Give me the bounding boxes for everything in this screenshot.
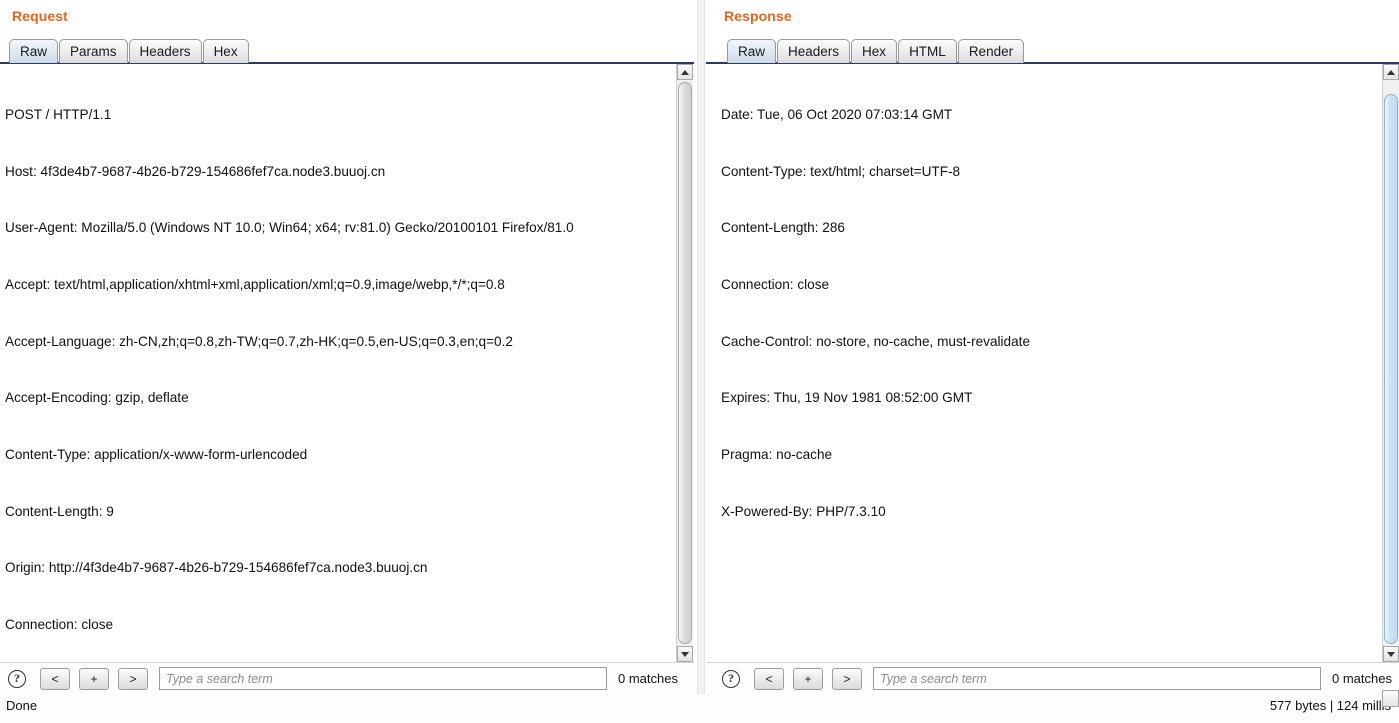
search-next-button[interactable]: > (118, 667, 148, 690)
request-match-count: 0 matches (618, 671, 678, 686)
response-header-line: Pragma: no-cache (721, 447, 833, 463)
scroll-corner (1382, 690, 1399, 707)
request-panel-title: Request (12, 8, 68, 24)
request-line: POST / HTTP/1.1 (5, 106, 112, 122)
scroll-up-button[interactable] (677, 64, 693, 80)
search-prev-button[interactable]: < (40, 667, 70, 690)
request-editor[interactable]: POST / HTTP/1.1 Host: 4f3de4b7-9687-4b26… (0, 64, 676, 662)
request-line: Origin: http://4f3de4b7-9687-4b26-b729-1… (5, 560, 428, 576)
scroll-track[interactable] (1383, 80, 1399, 646)
chevron-down-icon (681, 651, 689, 657)
tab-request-raw[interactable]: Raw (9, 39, 59, 63)
request-line: User-Agent: Mozilla/5.0 (Windows NT 10.0… (5, 220, 574, 236)
response-header-line: Cache-Control: no-store, no-cache, must-… (721, 333, 1031, 349)
tab-request-hex[interactable]: Hex (202, 39, 249, 63)
response-tabbar: Raw Headers Hex HTML Render (727, 38, 1399, 63)
request-code: POST / HTTP/1.1 Host: 4f3de4b7-9687-4b26… (0, 65, 676, 662)
response-editor[interactable]: Date: Tue, 06 Oct 2020 07:03:14 GMT Cont… (716, 64, 1391, 662)
scroll-down-button[interactable] (1383, 646, 1399, 662)
response-header-line: X-Powered-By: PHP/7.3.10 (721, 503, 886, 519)
response-search-input[interactable]: Type a search term (873, 667, 1321, 690)
scroll-up-button[interactable] (1383, 64, 1399, 80)
panel-splitter[interactable] (697, 0, 705, 694)
tab-response-html[interactable]: HTML (898, 39, 957, 63)
tab-response-render[interactable]: Render (957, 39, 1025, 63)
scroll-track[interactable] (677, 80, 693, 646)
status-metrics: 577 bytes | 124 millis (1269, 698, 1391, 713)
chevron-down-icon (1387, 651, 1395, 657)
search-add-button[interactable]: + (79, 667, 109, 690)
response-panel-title: Response (724, 8, 792, 24)
response-header-line: Connection: close (721, 276, 830, 292)
response-search-bar: ? < + > Type a search term 0 matches (706, 662, 1399, 694)
burp-message-viewer: Request Raw Params Headers Hex POST / HT… (0, 0, 1399, 723)
search-next-button[interactable]: > (832, 667, 862, 690)
request-line: Content-Length: 9 (5, 503, 114, 519)
tab-response-hex[interactable]: Hex (851, 39, 898, 63)
request-line: Content-Type: application/x-www-form-url… (5, 447, 308, 463)
response-panel: Response Raw Headers Hex HTML Render Dat… (706, 0, 1399, 694)
tab-request-headers[interactable]: Headers (128, 39, 202, 63)
request-search-bar: ? < + > Type a search term 0 matches (0, 662, 694, 694)
request-line: Host: 4f3de4b7-9687-4b26-b729-154686fef7… (5, 163, 386, 179)
response-blank-line (718, 559, 1391, 578)
response-match-count: 0 matches (1332, 671, 1392, 686)
scroll-thumb[interactable] (678, 82, 692, 644)
chevron-up-icon (681, 69, 689, 75)
chevron-up-icon (1387, 69, 1395, 75)
status-bar: Done 577 bytes | 124 millis (0, 690, 1399, 723)
tab-request-params[interactable]: Params (59, 39, 128, 63)
response-code: Date: Tue, 06 Oct 2020 07:03:14 GMT Cont… (716, 65, 1391, 662)
search-add-button[interactable]: + (793, 667, 823, 690)
request-line: Accept-Language: zh-CN,zh;q=0.8,zh-TW;q=… (5, 333, 513, 349)
tab-response-headers[interactable]: Headers (777, 39, 851, 63)
scroll-thumb[interactable] (1384, 94, 1398, 644)
request-panel: Request Raw Params Headers Hex POST / HT… (0, 0, 694, 694)
response-blank-line (718, 616, 1391, 635)
status-message: Done (6, 698, 38, 713)
request-search-input[interactable]: Type a search term (159, 667, 607, 690)
help-icon[interactable]: ? (8, 669, 26, 688)
tab-response-raw[interactable]: Raw (727, 39, 777, 63)
request-line: Connection: close (5, 617, 114, 633)
request-tabbar: Raw Params Headers Hex (9, 38, 694, 63)
response-header-line: Expires: Thu, 19 Nov 1981 08:52:00 GMT (721, 390, 973, 406)
response-vertical-scrollbar[interactable] (1382, 64, 1399, 662)
scroll-down-button[interactable] (677, 646, 693, 662)
response-header-line: Date: Tue, 06 Oct 2020 07:03:14 GMT (721, 106, 953, 122)
response-header-line: Content-Type: text/html; charset=UTF-8 (721, 163, 961, 179)
request-line: Accept: text/html,application/xhtml+xml,… (5, 276, 505, 292)
request-line: Accept-Encoding: gzip, deflate (5, 390, 189, 406)
help-icon[interactable]: ? (722, 669, 740, 688)
request-vertical-scrollbar[interactable] (676, 64, 693, 662)
search-prev-button[interactable]: < (754, 667, 784, 690)
response-header-line: Content-Length: 286 (721, 220, 845, 236)
